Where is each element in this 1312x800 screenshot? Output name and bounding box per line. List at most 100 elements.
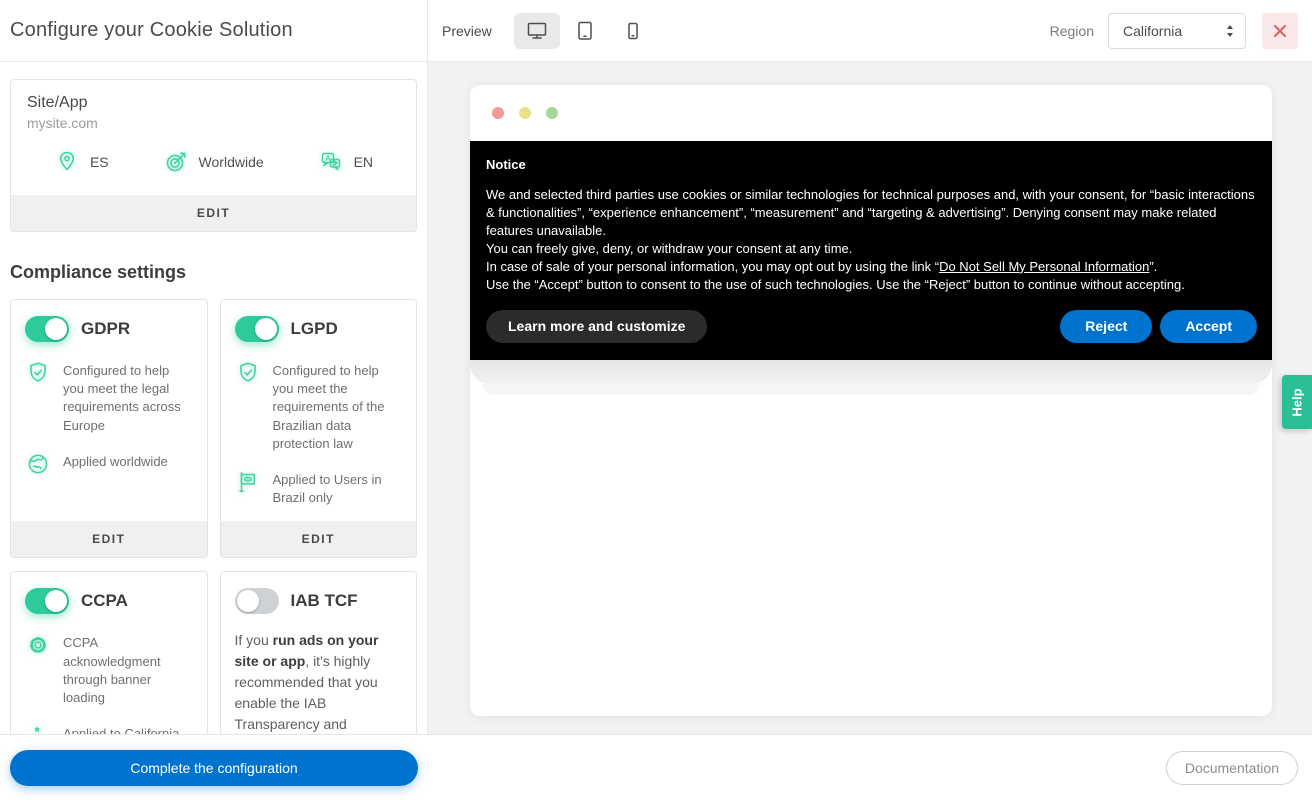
traffic-light-yellow-icon — [519, 107, 531, 119]
preview-area: Notice We and selected third parties use… — [428, 62, 1312, 734]
site-domain: mysite.com — [27, 115, 98, 131]
documentation-button[interactable]: Documentation — [1165, 750, 1298, 785]
device-mobile-button[interactable] — [610, 13, 656, 49]
help-tab[interactable]: Help — [1282, 375, 1312, 429]
lgpd-card-header: LGPD — [221, 300, 417, 342]
ccpa-toggle[interactable] — [25, 588, 69, 615]
lgpd-toggle[interactable] — [234, 316, 279, 342]
cookie-banner-paragraph-2: You can freely give, deny, or withdraw y… — [486, 240, 853, 256]
bear-icon — [34, 726, 40, 732]
desktop-icon — [527, 22, 547, 39]
gdpr-edit-button[interactable]: EDIT — [11, 521, 207, 558]
sidebar-scroll[interactable]: Site/App mysite.com ES Worldwide A EN ED… — [0, 62, 427, 734]
gdpr-item-legal: Configured to help you meet the legal re… — [25, 360, 193, 435]
paragraph-3-suffix: ”. — [1149, 258, 1158, 274]
close-preview-button[interactable] — [1262, 12, 1298, 49]
lgpd-edit-button[interactable]: EDIT — [220, 521, 416, 558]
learn-more-button[interactable]: Learn more and customize — [486, 309, 708, 343]
gdpr-toggle-knob — [45, 318, 67, 340]
target-icon — [166, 152, 186, 172]
gdpr-item-scope-text: Applied worldwide — [63, 453, 168, 469]
site-badge-country-label: ES — [89, 154, 109, 170]
compliance-heading: Compliance settings — [10, 262, 187, 282]
lgpd-toggle-knob — [254, 318, 277, 340]
compliance-card-gdpr: GDPR Configured to help you meet the leg… — [10, 299, 208, 559]
lgpd-item-legal: Configured to help you meet the requirem… — [235, 360, 403, 453]
cookie-banner-title: Notice — [486, 157, 526, 172]
compliance-card-lgpd: LGPD Configured to help you meet the req… — [219, 299, 417, 559]
footer-right: Documentation — [428, 750, 1312, 785]
cookie-banner: Notice We and selected third parties use… — [470, 141, 1272, 360]
reject-button[interactable]: Reject — [1060, 309, 1153, 343]
browser-mockup: Notice We and selected third parties use… — [470, 85, 1272, 716]
ccpa-item-scope: Applied to California users only — [25, 723, 193, 734]
footer-left: Complete the configuration — [0, 749, 428, 786]
tablet-icon — [578, 21, 592, 40]
gear-icon — [30, 637, 46, 654]
site-edit-button[interactable]: EDIT — [11, 195, 416, 231]
app: Configure your Cookie Solution Site/App … — [0, 0, 1312, 800]
lgpd-item-scope: Applied to Users in Brazil only — [235, 469, 403, 507]
iab-card-header: IAB TCF — [221, 572, 417, 615]
site-app-card: Site/App mysite.com ES Worldwide A EN ED… — [10, 79, 417, 232]
cookie-banner-paragraph-3: In case of sale of your personal informa… — [486, 258, 1257, 276]
site-badges: ES Worldwide A EN — [27, 149, 400, 175]
site-badge-language-label: EN — [353, 154, 374, 170]
ccpa-card-title: CCPA — [81, 591, 128, 611]
shield-check-icon — [30, 362, 46, 382]
gdpr-toggle[interactable] — [25, 316, 69, 342]
gdpr-card-header: GDPR — [11, 300, 207, 342]
cookie-banner-buttons: Learn more and customize Reject Accept — [486, 309, 1257, 343]
site-app-card-body: Site/App mysite.com ES Worldwide A EN — [11, 80, 416, 195]
iab-description: If you run ads on your site or app, it's… — [235, 630, 403, 734]
compliance-grid-row1: GDPR Configured to help you meet the leg… — [10, 299, 417, 559]
ccpa-card-body: CCPA acknowledgment through banner loadi… — [11, 614, 207, 734]
region-select-value: California — [1123, 22, 1183, 39]
ccpa-toggle-knob — [45, 590, 67, 613]
gdpr-item-scope: Applied worldwide — [25, 451, 193, 477]
preview-topbar: Preview Region California — [428, 0, 1312, 62]
browser-header — [470, 85, 1272, 141]
do-not-sell-link[interactable]: Do Not Sell My Personal Information — [939, 259, 1149, 274]
site-badge-scope-label: Worldwide — [198, 154, 264, 170]
iab-tcf-toggle-knob — [236, 590, 259, 613]
location-pin-icon — [59, 151, 75, 171]
traffic-light-red-icon — [492, 107, 504, 119]
shield-check-icon — [239, 362, 256, 382]
lgpd-item-legal-text: Configured to help you meet the requirem… — [272, 363, 385, 451]
sidebar: Configure your Cookie Solution Site/App … — [0, 0, 428, 734]
compliance-card-iab-tcf: IAB TCF If you run ads on your site or a… — [219, 571, 417, 734]
iab-card-title: IAB TCF — [290, 591, 358, 611]
ccpa-card-header: CCPA — [11, 572, 207, 615]
device-tablet-button[interactable] — [562, 13, 608, 49]
region-select[interactable]: California — [1108, 12, 1246, 49]
accept-button[interactable]: Accept — [1160, 309, 1257, 343]
close-icon — [1274, 24, 1286, 37]
page-title: Configure your Cookie Solution — [10, 19, 293, 41]
globe-icon — [28, 454, 48, 474]
sidebar-header: Configure your Cookie Solution — [0, 0, 427, 62]
footer-bar: Complete the configuration Documentation — [0, 734, 1312, 800]
ccpa-item-acknowledgment-text: CCPA acknowledgment through banner loadi… — [63, 635, 161, 705]
cookie-banner-paragraph-1: We and selected third parties use cookie… — [486, 187, 1255, 238]
site-app-title: Site/App — [27, 94, 88, 111]
complete-configuration-button[interactable]: Complete the configuration — [10, 749, 418, 786]
help-tab-label: Help — [1289, 387, 1305, 417]
main-panel: Preview Region California Notice We and … — [428, 0, 1312, 734]
device-desktop-button[interactable] — [513, 12, 560, 49]
translate-icon: A — [321, 152, 340, 171]
gdpr-item-legal-text: Configured to help you meet the legal re… — [63, 363, 181, 433]
lgpd-card-title: LGPD — [290, 319, 338, 338]
compliance-grid-row2: CCPA CCPA acknowledgment through banner … — [10, 571, 417, 734]
traffic-light-green-icon — [546, 107, 558, 119]
flag-eye-icon — [238, 471, 255, 492]
site-badge-language: A EN — [318, 149, 373, 175]
lgpd-card-body: Configured to help you meet the requirem… — [221, 342, 417, 521]
select-arrows-icon — [1227, 24, 1233, 37]
region-label: Region — [1049, 22, 1094, 39]
iab-tcf-toggle[interactable] — [234, 588, 279, 615]
mobile-icon — [628, 22, 638, 39]
lgpd-item-scope-text: Applied to Users in Brazil only — [272, 471, 382, 506]
iab-card-body: If you run ads on your site or app, it's… — [221, 614, 417, 734]
preview-label: Preview — [442, 22, 492, 39]
